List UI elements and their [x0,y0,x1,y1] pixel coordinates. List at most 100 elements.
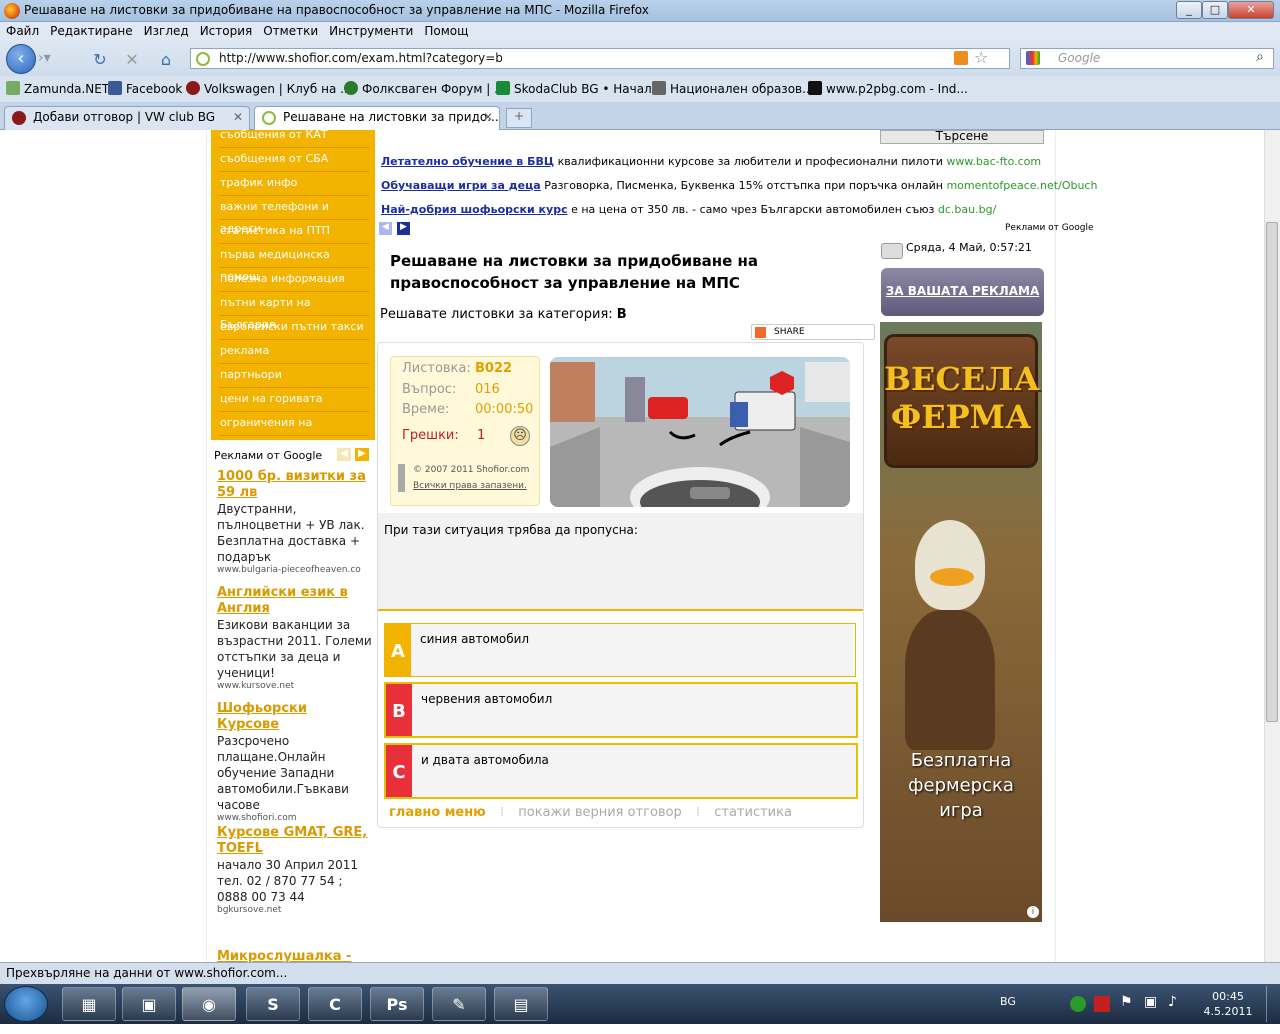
info-icon[interactable]: i [1027,906,1039,918]
ad-title[interactable]: Летателно обучение в БВЦ [381,155,554,168]
info-icon [398,464,405,492]
flag-tray-icon[interactable]: ⚑ [1120,994,1133,1010]
ad-prev-icon[interactable]: ◀ [379,222,392,235]
volume-tray-icon[interactable]: ♪ [1168,994,1177,1010]
explorer-icon[interactable]: ▦ [62,987,116,1021]
menu-item[interactable]: съобщения от СБА [219,148,369,172]
ad-next-icon[interactable]: ▶ [355,448,369,461]
start-button[interactable] [4,986,48,1022]
ad-prev-icon[interactable]: ◀ [337,448,351,461]
ad-next-icon[interactable]: ▶ [397,222,410,235]
close-button[interactable]: ✕ [1228,1,1274,19]
menu-item[interactable]: първа медицинска помощ [219,244,369,283]
photoshop-icon[interactable]: Ps [370,987,424,1021]
ad-title[interactable]: Обучаващи игри за деца [381,179,541,192]
network-tray-icon[interactable]: ▣ [1144,994,1157,1010]
share-icon [755,327,766,338]
answer-b[interactable]: B червения автомобил [384,682,858,738]
menu-view[interactable]: Изглед [138,22,194,38]
answer-c[interactable]: C и двата автомобила [384,743,858,799]
menu-item[interactable]: реклама [219,340,369,364]
menu-item[interactable]: ограничения на скоростта [219,412,369,451]
menu-item[interactable]: полезна информация [219,268,369,292]
statistics-link[interactable]: статистика [714,805,792,820]
ad-title[interactable]: 1000 бр. визитки за 59 лв [217,469,373,501]
forward-dropdown-icon[interactable]: ›▾ [38,50,60,70]
back-button[interactable]: ‹ [6,44,36,74]
sheet-label: Листовка: [402,361,471,376]
tab-close-icon[interactable]: ✕ [483,110,493,124]
tray-icon[interactable] [1094,996,1110,1012]
star-icon[interactable]: ☆ [974,48,988,67]
maximize-button[interactable]: □ [1202,1,1228,19]
vw-icon [12,111,26,125]
bookmark-vw-forum[interactable]: Фолксваген Форум | ... [344,81,506,96]
home-icon[interactable]: ⌂ [156,50,176,70]
scrollbar-thumb[interactable] [1266,222,1278,722]
paint-icon[interactable]: ✎ [432,987,486,1021]
search-button[interactable]: Търсене [880,130,1044,144]
menu-history[interactable]: История [194,22,258,38]
ad-url[interactable]: www.shofiori.com [217,813,373,823]
site-icon [262,111,276,125]
menu-bookmarks[interactable]: Отметки [257,22,323,38]
utorrent-tray-icon[interactable] [1070,996,1086,1012]
rights-link[interactable]: Всички права запазени. [413,481,527,491]
answer-text: синия автомобил [420,632,530,646]
new-tab-button[interactable]: + [506,108,532,128]
menu-help[interactable]: Помощ [418,22,473,38]
winrar-icon[interactable]: ▤ [494,987,548,1021]
tab-vw-club[interactable]: Добави отговор | VW club BG ✕ [4,106,250,130]
menu-item[interactable]: важни телефони и адреси [219,196,369,235]
stop-icon[interactable]: ✕ [122,50,142,70]
bookmark-skodaclub[interactable]: SkodaClub BG • Начало [496,81,659,96]
ad-url[interactable]: www.bulgaria-pieceofheaven.co [217,565,373,575]
ad-title[interactable]: Шофьорски Курсове [217,701,373,733]
ad-title[interactable]: Английски език в Англия [217,585,373,617]
bookmark-facebook[interactable]: Facebook [108,81,182,96]
ads-header: Реклами от Google [214,449,323,462]
menu-item[interactable]: трафик инфо [219,172,369,196]
menu-file[interactable]: Файл [0,22,44,38]
minimize-button[interactable]: _ [1176,1,1202,19]
ad-title[interactable]: Най-добрия шофьорски курс [381,203,568,216]
firefox-taskbar-icon[interactable]: ◉ [182,987,236,1021]
status-text: Прехвърляне на данни от www.shofior.com.… [6,966,288,980]
menu-item[interactable]: партньори [219,364,369,388]
show-desktop-button[interactable] [1266,986,1278,1022]
language-indicator[interactable]: BG [1000,995,1016,1008]
share-button[interactable]: SHARE [751,324,875,340]
face-icon: ☹ [510,426,530,446]
ad-url[interactable]: bgkursove.net [217,905,373,915]
ad-url[interactable]: www.kursove.net [217,681,373,691]
main-menu-link[interactable]: главно меню [389,805,486,820]
menu-edit[interactable]: Редактиране [44,22,138,38]
rss-icon[interactable] [954,51,968,65]
bookmark-volkswagen[interactable]: Volkswagen | Клуб на ... [186,81,352,96]
menu-item[interactable]: пътни карти на България [219,292,369,331]
ccleaner-icon[interactable]: C [308,987,362,1021]
ad-title[interactable]: Курсове GMAT, GRE, TOEFL [217,825,373,857]
clock[interactable]: 00:45 4.5.2011 г. [1200,989,1256,1034]
magnifier-icon[interactable]: ⌕ [1256,49,1264,65]
kmplayer-icon[interactable]: ▣ [122,987,176,1021]
skype-icon[interactable]: S [246,987,300,1021]
menu-item[interactable]: съобщения от КАТ [219,124,369,148]
tab-close-icon[interactable]: ✕ [233,110,243,124]
reload-icon[interactable]: ↻ [90,50,110,70]
bookmark-national[interactable]: Национален образов... [652,81,814,96]
advertise-button[interactable]: ЗА ВАШАТА РЕКЛАМА [881,268,1044,316]
forum-icon [344,81,358,95]
bookmark-zamunda[interactable]: Zamunda.NET [6,81,109,96]
show-answer-link[interactable]: покажи верния отговор [518,805,682,820]
bookmark-p2pbg[interactable]: www.p2pbg.com - Ind... [808,81,968,96]
left-ad-4: Курсове GMAT, GRE, TOEFL начало 30 Април… [217,825,373,915]
menu-item[interactable]: европейски пътни такси [219,316,369,340]
menu-item[interactable]: цени на горивата [219,388,369,412]
answer-a[interactable]: A синия автомобил [384,623,856,677]
clock-date: 4.5.2011 г. [1203,1005,1253,1033]
book-icon [652,81,666,95]
menu-item[interactable]: статистика на ПТП [219,220,369,244]
menu-tools[interactable]: Инструменти [323,22,418,38]
google-icon[interactable] [1026,51,1040,65]
